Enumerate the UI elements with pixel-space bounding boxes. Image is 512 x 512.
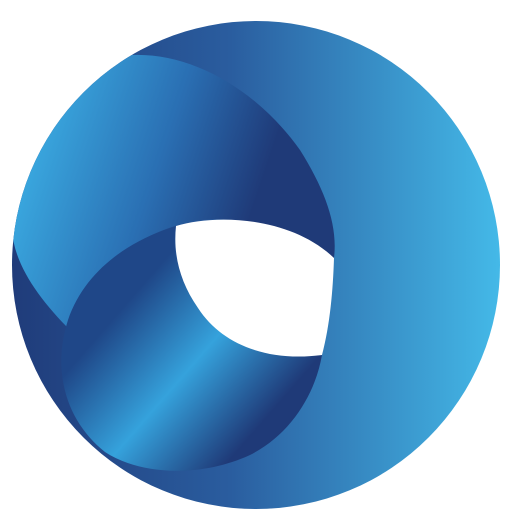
swirl-ring-icon bbox=[12, 21, 500, 509]
logo-icon bbox=[0, 0, 512, 512]
